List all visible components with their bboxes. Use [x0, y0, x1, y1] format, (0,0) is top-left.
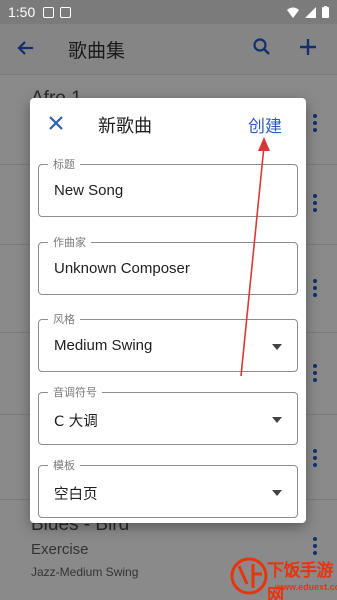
more-options-icon[interactable]: [311, 449, 319, 470]
dropdown-arrow-icon[interactable]: [272, 490, 282, 496]
list-item-detail: Jazz-Medium Swing: [31, 565, 139, 579]
field-value: Medium Swing: [54, 337, 153, 354]
wifi-icon: [287, 7, 299, 18]
style-dropdown[interactable]: 风格 Medium Swing: [38, 311, 298, 372]
field-label: 标题: [48, 156, 80, 172]
field-label: 作曲家: [48, 234, 91, 250]
field-value: C 大调: [54, 414, 98, 430]
new-song-dialog: 新歌曲 创建 标题 New Song 作曲家 Unknown Composer …: [30, 98, 306, 523]
search-icon[interactable]: [252, 37, 272, 61]
divider: [0, 74, 337, 75]
add-icon[interactable]: [297, 36, 319, 62]
more-options-icon[interactable]: [311, 279, 319, 300]
field-label: 风格: [48, 311, 80, 327]
watermark-text: 下饭手游网: [267, 561, 334, 600]
back-arrow-icon[interactable]: [16, 38, 36, 62]
page-title: 歌曲集: [68, 40, 126, 62]
field-label: 音调符号: [48, 384, 102, 400]
watermark-url: www.eduext.com: [275, 582, 337, 592]
status-time: 1:50: [8, 4, 36, 20]
watermark: 下饭手游网 www.eduext.com: [229, 552, 337, 600]
composer-field[interactable]: 作曲家 Unknown Composer: [38, 234, 298, 295]
field-value: 空白页: [54, 487, 98, 503]
template-dropdown[interactable]: 模板 空白页: [38, 457, 298, 518]
list-item-subtitle: Exercise: [31, 541, 89, 558]
signal-icon: [305, 6, 316, 18]
dialog-title: 新歌曲: [98, 116, 152, 137]
create-button[interactable]: 创建: [248, 112, 282, 137]
dropdown-arrow-icon[interactable]: [272, 344, 282, 350]
status-bar: 1:50: [0, 0, 337, 24]
field-value[interactable]: Unknown Composer: [54, 260, 190, 277]
more-options-icon[interactable]: [311, 114, 319, 135]
key-signature-dropdown[interactable]: 音调符号 C 大调: [38, 384, 298, 445]
notification-icon: [60, 6, 72, 18]
field-value[interactable]: New Song: [54, 182, 123, 199]
battery-icon: [322, 6, 329, 18]
close-icon[interactable]: [48, 115, 64, 135]
status-icons: [287, 6, 329, 18]
field-label: 模板: [48, 457, 80, 473]
notification-icon: [43, 6, 55, 18]
more-options-icon[interactable]: [311, 364, 319, 385]
watermark-logo-icon: [230, 557, 268, 595]
title-field[interactable]: 标题 New Song: [38, 156, 298, 217]
more-options-icon[interactable]: [311, 194, 319, 215]
dropdown-arrow-icon[interactable]: [272, 417, 282, 423]
app-bar: 歌曲集: [0, 24, 337, 74]
